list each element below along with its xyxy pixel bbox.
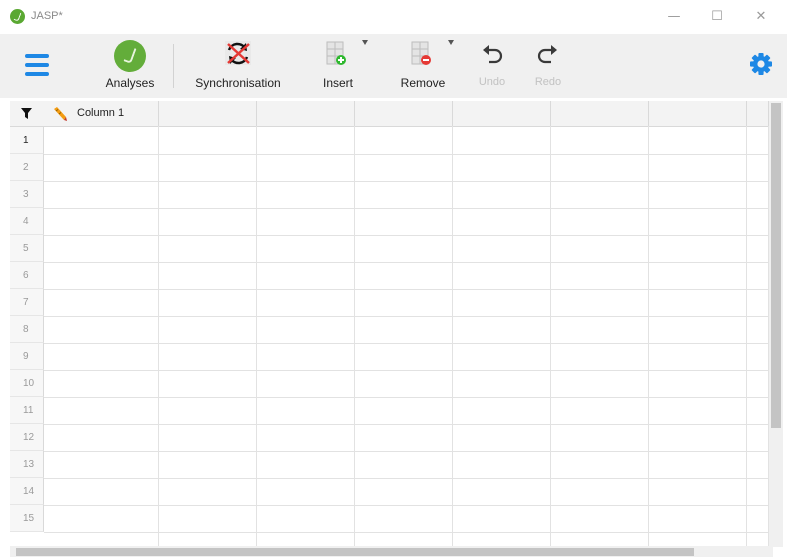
column-header-7[interactable] bbox=[649, 101, 747, 126]
horizontal-scrollbar-thumb[interactable] bbox=[16, 548, 694, 556]
table-row[interactable] bbox=[44, 478, 769, 506]
redo-icon bbox=[537, 45, 557, 64]
table-row[interactable] bbox=[44, 154, 769, 182]
table-row[interactable] bbox=[44, 208, 769, 236]
table-row[interactable] bbox=[44, 316, 769, 344]
remove-column-icon bbox=[411, 41, 431, 65]
vertical-scrollbar-thumb[interactable] bbox=[771, 103, 781, 428]
table-row[interactable] bbox=[44, 424, 769, 452]
scale-pencil-icon[interactable] bbox=[52, 106, 68, 122]
analyses-label: Analyses bbox=[105, 76, 155, 90]
gear-icon[interactable] bbox=[748, 51, 774, 77]
row-number-15[interactable]: 15 bbox=[10, 505, 44, 532]
insert-label: Insert bbox=[322, 76, 353, 90]
column-header-2[interactable] bbox=[159, 101, 257, 126]
data-grid[interactable]: Column 1 1 2 3 4 5 6 7 8 9 10 11 12 13 14 15 bbox=[10, 101, 783, 547]
table-row[interactable] bbox=[44, 451, 769, 479]
table-row[interactable] bbox=[44, 262, 769, 290]
column-header-5[interactable] bbox=[453, 101, 551, 126]
remove-button[interactable]: Remove bbox=[396, 34, 454, 98]
table-row[interactable] bbox=[44, 289, 769, 317]
maximize-button[interactable]: ☐ bbox=[703, 6, 731, 28]
row-number-13[interactable]: 13 bbox=[10, 451, 44, 478]
row-number-11[interactable]: 11 bbox=[10, 397, 44, 424]
redo-button[interactable]: Redo bbox=[528, 34, 568, 98]
filter-button[interactable] bbox=[10, 101, 45, 126]
filter-icon bbox=[21, 108, 32, 119]
undo-icon bbox=[483, 45, 503, 64]
insert-column-icon bbox=[326, 41, 346, 65]
analyses-icon bbox=[114, 40, 146, 72]
column-header-3[interactable] bbox=[257, 101, 355, 126]
grid-header-row: Column 1 bbox=[10, 101, 769, 127]
table-row[interactable] bbox=[44, 235, 769, 263]
column-header-4[interactable] bbox=[355, 101, 453, 126]
jasp-app-icon bbox=[10, 9, 25, 24]
table-row[interactable] bbox=[44, 343, 769, 371]
column-header-1[interactable]: Column 1 bbox=[44, 101, 159, 126]
insert-dropdown-arrow-icon[interactable] bbox=[362, 40, 368, 45]
ribbon-toolbar: Analyses Synchronisation Insert Remove U… bbox=[0, 34, 787, 98]
toolbar-divider bbox=[173, 44, 174, 88]
undo-button[interactable]: Undo bbox=[472, 34, 512, 98]
title-bar: JASP* — ☐ ✕ bbox=[0, 0, 787, 34]
row-number-10[interactable]: 10 bbox=[10, 370, 44, 397]
row-number-8[interactable]: 8 bbox=[10, 316, 44, 343]
table-row[interactable] bbox=[44, 181, 769, 209]
table-row[interactable] bbox=[44, 127, 769, 155]
row-number-6[interactable]: 6 bbox=[10, 262, 44, 289]
synchronisation-button[interactable]: Synchronisation bbox=[187, 34, 289, 98]
table-row[interactable] bbox=[44, 397, 769, 425]
row-number-4[interactable]: 4 bbox=[10, 208, 44, 235]
window-title: JASP* bbox=[31, 10, 63, 22]
insert-button[interactable]: Insert bbox=[314, 34, 368, 98]
row-number-2[interactable]: 2 bbox=[10, 154, 44, 181]
row-number-9[interactable]: 9 bbox=[10, 343, 44, 370]
row-number-1[interactable]: 1 bbox=[10, 127, 44, 154]
hamburger-menu-icon[interactable] bbox=[25, 54, 49, 78]
synchronisation-label: Synchronisation bbox=[195, 76, 281, 90]
redo-label: Redo bbox=[534, 76, 562, 88]
close-button[interactable]: ✕ bbox=[747, 6, 775, 28]
row-number-12[interactable]: 12 bbox=[10, 424, 44, 451]
row-number-7[interactable]: 7 bbox=[10, 289, 44, 316]
column-header-6[interactable] bbox=[551, 101, 649, 126]
remove-label: Remove bbox=[400, 76, 446, 90]
column-header-8[interactable] bbox=[747, 101, 769, 126]
column-header-label: Column 1 bbox=[77, 107, 125, 119]
sync-disabled-icon bbox=[225, 41, 251, 65]
row-number-3[interactable]: 3 bbox=[10, 181, 44, 208]
row-number-14[interactable]: 14 bbox=[10, 478, 44, 505]
undo-label: Undo bbox=[478, 76, 506, 88]
remove-dropdown-arrow-icon[interactable] bbox=[448, 40, 454, 45]
row-number-5[interactable]: 5 bbox=[10, 235, 44, 262]
table-row[interactable] bbox=[44, 370, 769, 398]
analyses-button[interactable]: Analyses bbox=[95, 34, 165, 98]
table-row[interactable] bbox=[44, 505, 769, 533]
minimize-button[interactable]: — bbox=[660, 6, 688, 28]
